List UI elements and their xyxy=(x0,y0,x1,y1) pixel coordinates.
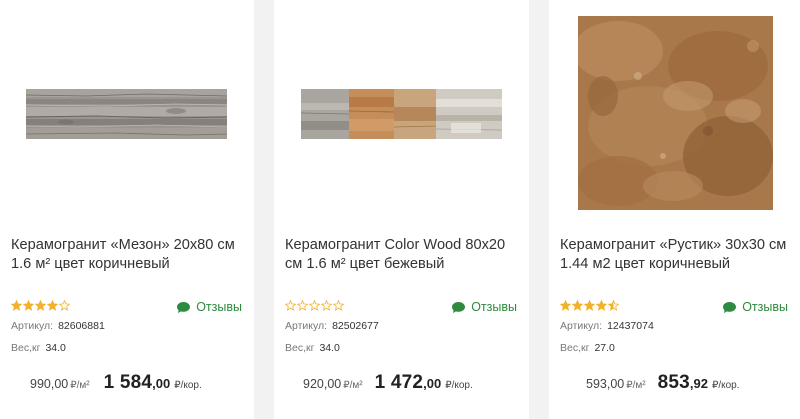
price-box-decimal: ,00 xyxy=(152,376,171,391)
price-box-decimal: ,00 xyxy=(423,376,442,391)
price-per-m2-unit: ₽/м² xyxy=(343,380,363,391)
price-per-m2-value: 990,00 xyxy=(30,377,69,391)
star-filled-icon xyxy=(596,300,607,311)
price-row: 990,00 ₽/м² 1 584 ,00 ₽/кор. xyxy=(0,372,254,394)
rating-stars xyxy=(560,300,619,312)
star-half-icon xyxy=(608,300,619,311)
sku-value: 12437074 xyxy=(607,320,654,332)
price-per-m2: 990,00 ₽/м² xyxy=(30,377,90,391)
sku-row: Артикул: 82502677 xyxy=(285,320,379,332)
weight-row: Вес,кг 34.0 xyxy=(285,342,340,354)
star-empty-icon xyxy=(309,300,320,311)
weight-value: 34.0 xyxy=(319,342,340,354)
sku-row: Артикул: 82606881 xyxy=(11,320,105,332)
product-card[interactable]: Керамогранит «Рустик» 30x30 см 1.44 м2 ц… xyxy=(549,0,800,419)
price-box-unit: ₽/кор. xyxy=(711,380,740,391)
product-card[interactable]: Керамогранит «Мезон» 20x80 см 1.6 м² цве… xyxy=(0,0,254,419)
gray-wood-tile-image xyxy=(26,89,227,139)
star-filled-icon xyxy=(23,300,34,311)
weight-value: 34.0 xyxy=(45,342,66,354)
reviews-label: Отзывы xyxy=(742,300,788,314)
price-box-integer: 853 xyxy=(657,372,690,393)
reviews-link[interactable]: Отзывы xyxy=(722,300,788,314)
star-empty-icon xyxy=(297,300,308,311)
star-filled-icon xyxy=(47,300,58,311)
product-image[interactable] xyxy=(578,16,773,210)
product-title[interactable]: Керамогранит «Мезон» 20x80 см 1.6 м² цве… xyxy=(11,236,243,274)
sku-value: 82606881 xyxy=(58,320,105,332)
weight-value: 27.0 xyxy=(594,342,615,354)
sku-label: Артикул: xyxy=(560,320,603,332)
rating-stars xyxy=(11,300,70,312)
price-per-m2: 920,00 ₽/м² xyxy=(303,377,363,391)
star-filled-icon xyxy=(584,300,595,311)
weight-label: Вес,кг xyxy=(11,342,41,354)
product-image[interactable] xyxy=(26,89,227,139)
price-per-m2-unit: ₽/м² xyxy=(70,380,90,391)
product-grid: Керамогранит «Мезон» 20x80 см 1.6 м² цве… xyxy=(0,0,800,419)
star-empty-icon xyxy=(321,300,332,311)
sku-row: Артикул: 12437074 xyxy=(560,320,654,332)
price-per-m2: 593,00 ₽/м² xyxy=(586,377,646,391)
price-per-m2-value: 593,00 xyxy=(586,377,625,391)
product-title[interactable]: Керамогранит «Рустик» 30x30 см 1.44 м2 ц… xyxy=(560,236,792,274)
sku-label: Артикул: xyxy=(285,320,328,332)
price-per-m2-unit: ₽/м² xyxy=(626,380,646,391)
star-filled-icon xyxy=(560,300,571,311)
weight-row: Вес,кг 27.0 xyxy=(560,342,615,354)
price-box-unit: ₽/кор. xyxy=(174,380,202,391)
price-box-integer: 1 472 xyxy=(374,372,424,393)
weight-row: Вес,кг 34.0 xyxy=(11,342,66,354)
price-box-integer: 1 584 xyxy=(103,372,153,393)
sku-label: Артикул: xyxy=(11,320,54,332)
weight-label: Вес,кг xyxy=(285,342,315,354)
star-empty-icon xyxy=(333,300,344,311)
sku-value: 82502677 xyxy=(332,320,379,332)
reviews-link[interactable]: Отзывы xyxy=(451,300,517,314)
price-box-decimal: ,92 xyxy=(689,376,708,391)
star-filled-icon xyxy=(572,300,583,311)
price-per-m2-value: 920,00 xyxy=(303,377,342,391)
reviews-label: Отзывы xyxy=(471,300,517,314)
product-card[interactable]: Керамогранит Color Wood 80x20 см 1.6 м² … xyxy=(274,0,529,419)
rustic-brown-tile-image xyxy=(578,16,773,210)
star-filled-icon xyxy=(11,300,22,311)
rating-stars xyxy=(285,300,344,312)
reviews-label: Отзывы xyxy=(196,300,242,314)
reviews-link[interactable]: Отзывы xyxy=(176,300,242,314)
price-row: 920,00 ₽/м² 1 472 ,00 ₽/кор. xyxy=(274,372,529,394)
speech-bubble-icon xyxy=(452,301,466,313)
price-row: 593,00 ₽/м² 853 ,92 ₽/кор. xyxy=(549,372,800,394)
speech-bubble-icon xyxy=(177,301,191,313)
star-empty-icon xyxy=(285,300,296,311)
speech-bubble-icon xyxy=(723,301,737,313)
star-empty-icon xyxy=(59,300,70,311)
product-image[interactable] xyxy=(301,89,502,139)
multicolor-wood-tile-image xyxy=(301,89,502,139)
product-title[interactable]: Керамогранит Color Wood 80x20 см 1.6 м² … xyxy=(285,236,517,274)
price-box-unit: ₽/кор. xyxy=(445,380,473,391)
star-filled-icon xyxy=(35,300,46,311)
weight-label: Вес,кг xyxy=(560,342,590,354)
